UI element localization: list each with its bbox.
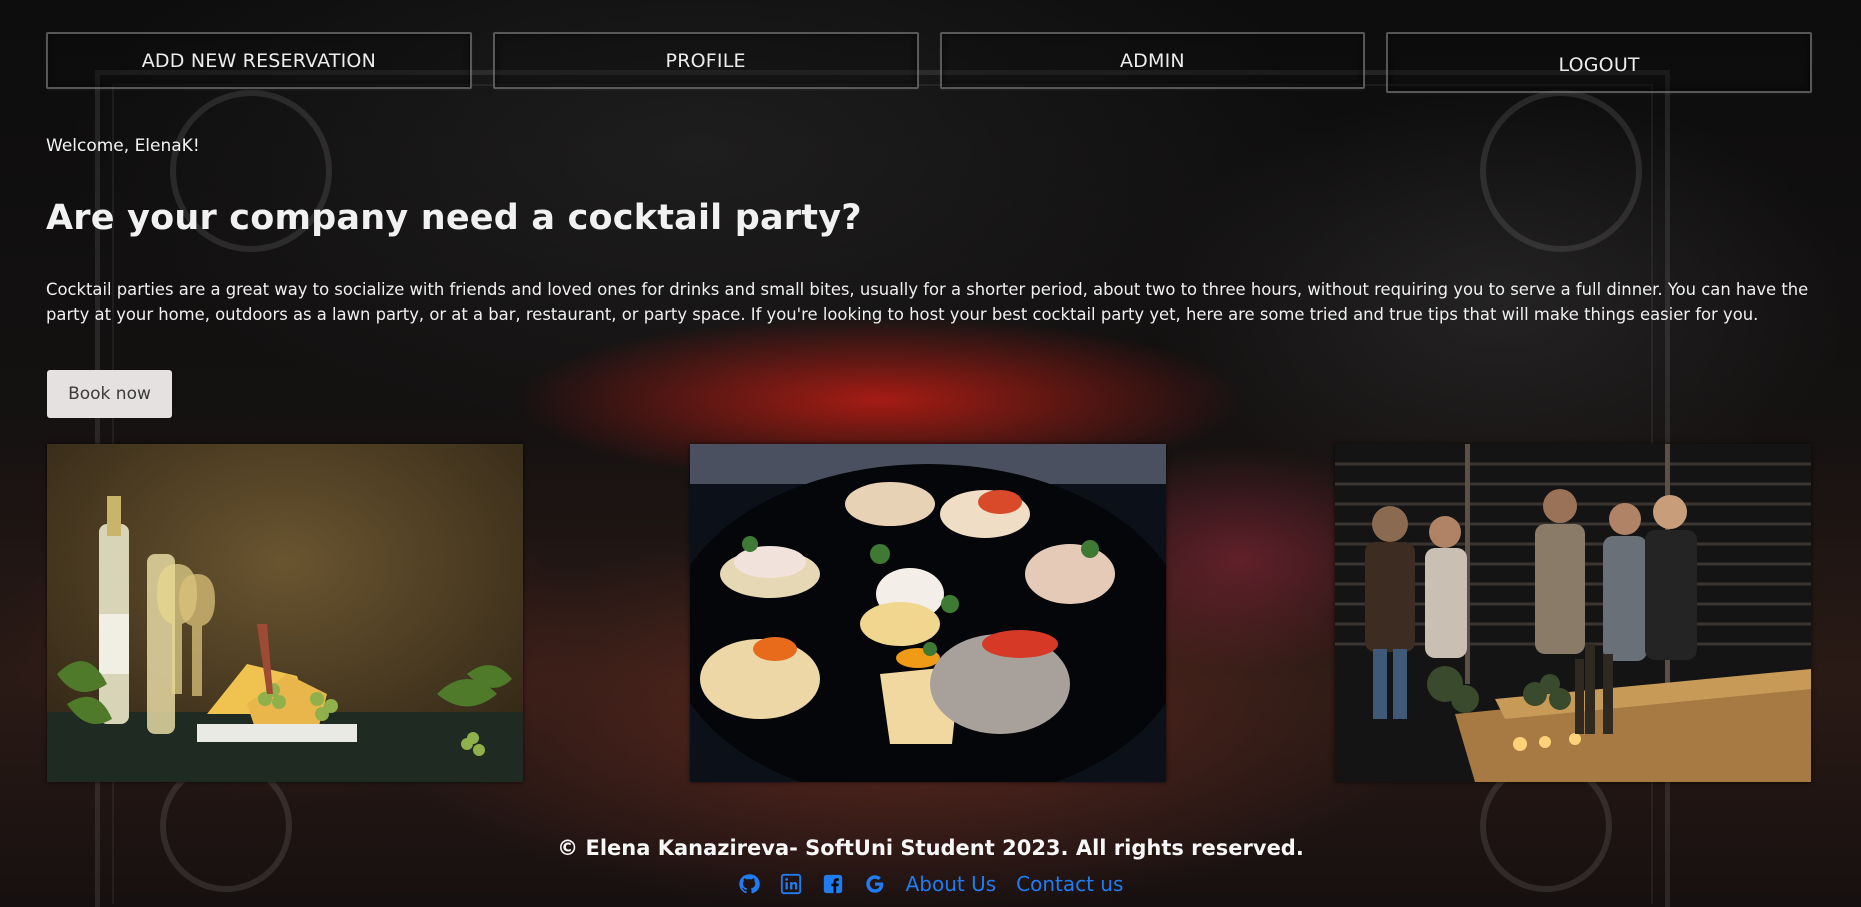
contact-us-link[interactable]: Contact us [1016,872,1123,896]
linkedin-icon[interactable] [780,873,802,895]
wine-cheese-photo [47,444,523,782]
page-title: Are your company need a cocktail party? [46,198,862,238]
logout-button[interactable]: LOGOUT [1386,32,1812,93]
profile-button[interactable]: PROFILE [492,32,919,89]
add-new-reservation-button[interactable]: ADD NEW RESERVATION [46,32,472,89]
about-us-link[interactable]: About Us [906,872,997,896]
party-guests-photo [1335,444,1811,782]
canapes-photo [690,444,1166,782]
google-icon[interactable] [864,873,886,895]
footer-links: About Us Contact us [0,872,1861,896]
github-icon[interactable] [738,873,760,895]
top-navigation: ADD NEW RESERVATION PROFILE ADMIN LOGOUT [46,32,1812,93]
book-now-button[interactable]: Book now [47,370,172,418]
footer-copyright: © Elena Kanazireva- SoftUni Student 2023… [557,836,1304,860]
facebook-icon[interactable] [822,873,844,895]
page-content: ADD NEW RESERVATION PROFILE ADMIN LOGOUT… [0,0,1861,907]
admin-button[interactable]: ADMIN [939,32,1366,89]
page-description: Cocktail parties are a great way to soci… [46,280,1809,324]
welcome-message: Welcome, ElenaK! [46,136,200,156]
